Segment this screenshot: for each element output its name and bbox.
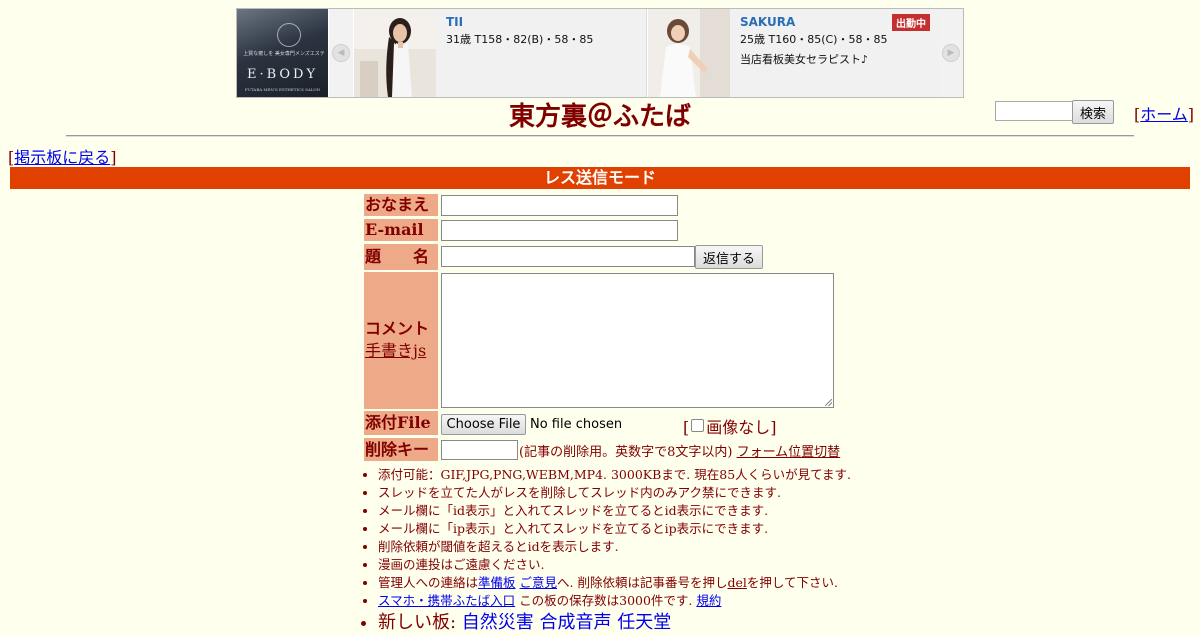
email-field[interactable] <box>441 220 678 241</box>
form-position-toggle-link[interactable]: フォーム位置切替 <box>737 445 841 460</box>
name-label: おなまえ <box>364 194 438 216</box>
flower-ornament-icon <box>277 23 301 47</box>
comment-textarea[interactable] <box>441 273 834 408</box>
no-image-checkbox[interactable] <box>691 419 705 432</box>
chevron-left-icon: ◀ <box>332 44 350 62</box>
list-item: メール欄に「ip表示」と入れてスレッドを立てるとip表示にできます. <box>378 520 898 538</box>
list-item: スレッドを立てた人がレスを削除してスレッド内のみアク禁にできます. <box>378 484 898 502</box>
handwrite-js-link[interactable]: 手書きjs <box>365 341 426 360</box>
therapist-name: SAKURA <box>740 15 796 29</box>
comment-label-cell: コメント 手書きjs <box>364 272 438 409</box>
list-item: 新しい板: 自然災害 合成音声 任天堂 <box>378 610 898 636</box>
banner-logo-brand: E·BODY <box>246 67 319 82</box>
home-link-wrapper: [ホーム] <box>1134 105 1195 124</box>
ad-banner[interactable]: 上質な癒しを 美女専門メンズエステ E·BODY FUTABA MEN'S ES… <box>236 8 964 98</box>
reply-mode-bar: レス送信モード <box>10 167 1190 189</box>
list-item: メール欄に「id表示」と入れてスレッドを立てるとid表示にできます. <box>378 502 898 520</box>
banner-logo-tagline: FUTABA MEN'S ESTHETICS SALON <box>244 87 321 92</box>
board-notes-list: 添付可能：GIF,JPG,PNG,WEBM,MP4. 3000KBまで. 現在8… <box>364 466 898 636</box>
banner-logo[interactable]: 上質な癒しを 美女専門メンズエステ E·BODY FUTABA MEN'S ES… <box>237 9 328 97</box>
choose-file-button[interactable]: Choose File <box>441 414 526 435</box>
delete-key-note-wrapper: (記事の削除用。英数字で8文字以内) フォーム位置切替 <box>519 441 840 460</box>
search-input[interactable] <box>995 101 1075 121</box>
banner-card-sakura[interactable]: SAKURA 出勤中 25歳 T160・85(C)・58・85 当店看板美女セラ… <box>648 9 941 97</box>
prep-board-link[interactable]: 準備板 <box>478 575 516 590</box>
header-divider <box>66 135 1134 137</box>
mobile-entrance-link[interactable]: スマホ・携帯ふたば入口 <box>378 593 515 608</box>
note-text: へ. 削除依頼は記事番号を押し <box>557 575 728 590</box>
therapist-name: TII <box>446 15 464 29</box>
terms-link[interactable]: 規約 <box>696 593 721 608</box>
therapist-spec: 25歳 T160・85(C)・58・85 <box>740 33 888 46</box>
list-item: 漫画の連投はご遠慮ください. <box>378 556 898 574</box>
note-text: 管理人への連絡は <box>378 575 479 590</box>
resize-handle-icon[interactable] <box>825 399 832 406</box>
list-item: 管理人への連絡は準備板 ご意見へ. 削除依頼は記事番号を押しdelを押して下さい… <box>378 574 898 592</box>
no-image-option: [画像なし] <box>683 418 777 437</box>
banner-prev-button[interactable]: ◀ <box>329 9 353 97</box>
on-duty-badge: 出勤中 <box>892 14 930 31</box>
banner-card-tii[interactable]: TII 31歳 T158・82(B)・58・85 <box>354 9 647 97</box>
banner-logo-small-text: 上質な癒しを 美女専門メンズエステ <box>243 51 325 57</box>
submit-reply-button[interactable]: 返信する <box>695 245 763 269</box>
file-status: No file chosen <box>530 417 623 432</box>
comment-label: コメント <box>365 319 430 338</box>
therapist-photo <box>648 9 730 97</box>
list-item: 添付可能：GIF,JPG,PNG,WEBM,MP4. 3000KBまで. 現在8… <box>378 466 898 484</box>
delete-key-field[interactable] <box>441 440 518 460</box>
feedback-link[interactable]: ご意見 <box>520 575 558 590</box>
chevron-right-icon: ▶ <box>942 44 960 62</box>
list-item: スマホ・携帯ふたば入口 この板の保存数は3000件です. 規約 <box>378 592 898 610</box>
delete-key-label: 削除キー <box>364 438 438 461</box>
no-image-label: 画像なし <box>706 418 771 437</box>
therapist-spec: 31歳 T158・82(B)・58・85 <box>446 33 594 46</box>
therapist-message: 当店看板美女セラピスト♪ <box>740 53 869 66</box>
note-text: を押して下さい. <box>746 575 838 590</box>
search-button[interactable]: 検索 <box>1072 100 1114 124</box>
therapist-photo <box>354 9 436 97</box>
note-text: この板の保存数は3000件です. <box>515 593 697 608</box>
email-label: E-mail <box>364 219 438 241</box>
file-label: 添付File <box>364 411 438 435</box>
subject-label: 題 名 <box>364 244 438 270</box>
subject-field[interactable] <box>441 246 695 267</box>
list-item: 削除依頼が閾値を超えるとidを表示します. <box>378 538 898 556</box>
home-link[interactable]: ホーム <box>1140 105 1188 124</box>
name-field[interactable] <box>441 195 678 216</box>
del-link[interactable]: del <box>727 575 746 590</box>
banner-next-button[interactable]: ▶ <box>939 9 963 97</box>
delete-key-note: (記事の削除用。英数字で8文字以内) <box>519 445 733 460</box>
back-link-wrapper: [掲示板に戻る] <box>8 148 117 167</box>
back-to-board-link[interactable]: 掲示板に戻る <box>14 148 110 167</box>
